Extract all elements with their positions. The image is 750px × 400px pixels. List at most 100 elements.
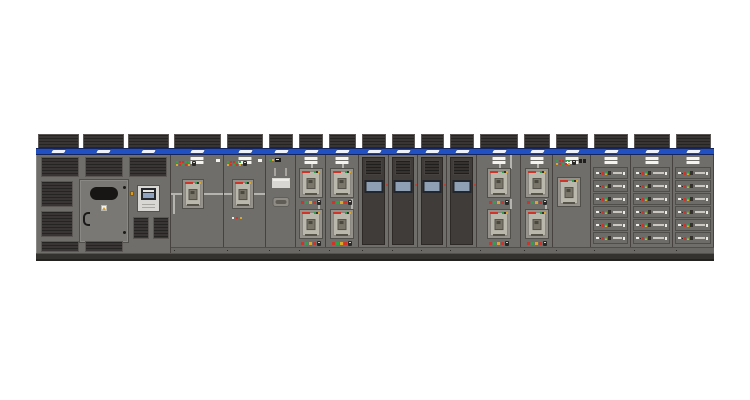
indicator-light: [313, 242, 316, 245]
handle-tip: [665, 172, 667, 175]
circuit-breaker[interactable]: [232, 179, 254, 209]
breaker-handle[interactable]: [653, 198, 664, 200]
controller-device[interactable]: [137, 185, 160, 212]
selector-switch[interactable]: [505, 241, 509, 246]
breaker-handle[interactable]: [653, 172, 664, 174]
feeder-label-tag: [678, 237, 681, 239]
brand-wordmark-icon: [274, 150, 289, 153]
indicator-light: [493, 201, 496, 204]
label-tag: [216, 159, 220, 162]
trip-unit: [565, 187, 574, 198]
circuit-breaker[interactable]: [487, 168, 511, 198]
breaker-handle[interactable]: [653, 224, 664, 226]
breaker-handle[interactable]: [613, 211, 622, 213]
generator-cabinet: [36, 134, 171, 261]
indicator-light: [305, 242, 308, 245]
selector-switch[interactable]: [192, 161, 196, 166]
louver-vent-icon: [41, 157, 79, 177]
selector-switch[interactable]: [543, 241, 547, 246]
cubicle-body: [631, 155, 673, 247]
louver-vent-icon: [524, 134, 550, 148]
breaker-handle[interactable]: [695, 198, 705, 200]
control-door[interactable]: [450, 157, 473, 245]
control-door[interactable]: [362, 157, 385, 245]
circuit-breaker[interactable]: [330, 168, 354, 198]
breaker-handle[interactable]: [695, 185, 705, 187]
breaker-handle[interactable]: [695, 237, 705, 239]
breaker-handle[interactable]: [695, 224, 705, 226]
circuit-breaker[interactable]: [299, 209, 323, 239]
control-door[interactable]: [392, 157, 414, 245]
control-door-3: [418, 134, 447, 261]
selector-switch[interactable]: [317, 241, 321, 246]
connector-pin-icon: [95, 194, 98, 197]
label-tag: [258, 159, 262, 162]
breaker-rating-label: [528, 212, 536, 214]
indicator-light: [565, 163, 567, 165]
indicator-light: [602, 198, 604, 201]
feeder-label-tag: [636, 224, 639, 226]
circuit-breaker[interactable]: [525, 168, 549, 198]
brand-band: [521, 148, 553, 155]
indicator-light: [501, 201, 504, 204]
generator-access-door[interactable]: [79, 179, 129, 243]
breaker-handle[interactable]: [613, 198, 622, 200]
control-door-2: [389, 134, 418, 261]
feeder-row-stack: [633, 167, 670, 245]
connector-panel-icon: [90, 187, 118, 200]
breaker-rating-label: [235, 182, 243, 184]
selector-switch[interactable]: [543, 200, 547, 205]
cubicle-body: [389, 155, 418, 247]
handle-tip: [623, 237, 625, 240]
indicator-row: [527, 200, 547, 205]
switch-base: [648, 223, 651, 227]
indicator-cluster: [176, 161, 196, 166]
breaker-handle[interactable]: [613, 172, 622, 174]
hmi-screen[interactable]: [364, 180, 383, 193]
breaker-handle[interactable]: [695, 172, 705, 174]
control-door[interactable]: [421, 157, 443, 245]
cubicle-body: [266, 155, 296, 247]
breaker-handle[interactable]: [613, 237, 622, 239]
door-handle[interactable]: [83, 212, 90, 226]
switch-base: [690, 171, 693, 175]
breaker-handle[interactable]: [613, 185, 622, 187]
indicator-light: [309, 201, 312, 204]
indicator-row: [489, 200, 509, 205]
breaker-handle[interactable]: [613, 224, 622, 226]
feeder-unit-row: [675, 180, 711, 192]
circuit-breaker[interactable]: [299, 168, 323, 198]
indicator-light: [684, 172, 686, 175]
breaker-handle[interactable]: [695, 211, 705, 213]
racking-slot: [493, 193, 505, 195]
circuit-breaker[interactable]: [182, 179, 204, 209]
indicator-light: [527, 201, 530, 204]
feeder-label-tag: [678, 185, 681, 187]
selector-switch[interactable]: [317, 200, 321, 205]
hmi-screen[interactable]: [423, 180, 442, 193]
plinth: [418, 253, 447, 261]
selector-switch[interactable]: [505, 200, 509, 205]
selector-switch[interactable]: [572, 160, 576, 165]
screw-icon: [640, 173, 641, 174]
breaker-handle[interactable]: [653, 185, 664, 187]
selector-switch[interactable]: [348, 241, 352, 246]
circuit-breaker[interactable]: [487, 209, 511, 239]
connector-pin-icon: [107, 190, 110, 193]
hmi-screen[interactable]: [452, 180, 471, 193]
breaker-handle[interactable]: [653, 211, 664, 213]
hmi-screen[interactable]: [394, 180, 413, 193]
breaker-handle[interactable]: [653, 237, 664, 239]
circuit-breaker[interactable]: [557, 177, 581, 207]
screw-icon: [682, 225, 683, 226]
feeder-section-3: [673, 134, 714, 261]
indicator-light: [605, 185, 607, 188]
handle-tip: [665, 237, 667, 240]
selector-switch[interactable]: [243, 161, 247, 166]
indicator-light: [602, 211, 604, 214]
circuit-breaker[interactable]: [330, 209, 354, 239]
circuit-breaker[interactable]: [525, 209, 549, 239]
trip-unit: [532, 219, 541, 230]
indicator-light: [684, 211, 686, 214]
selector-switch[interactable]: [348, 200, 352, 205]
